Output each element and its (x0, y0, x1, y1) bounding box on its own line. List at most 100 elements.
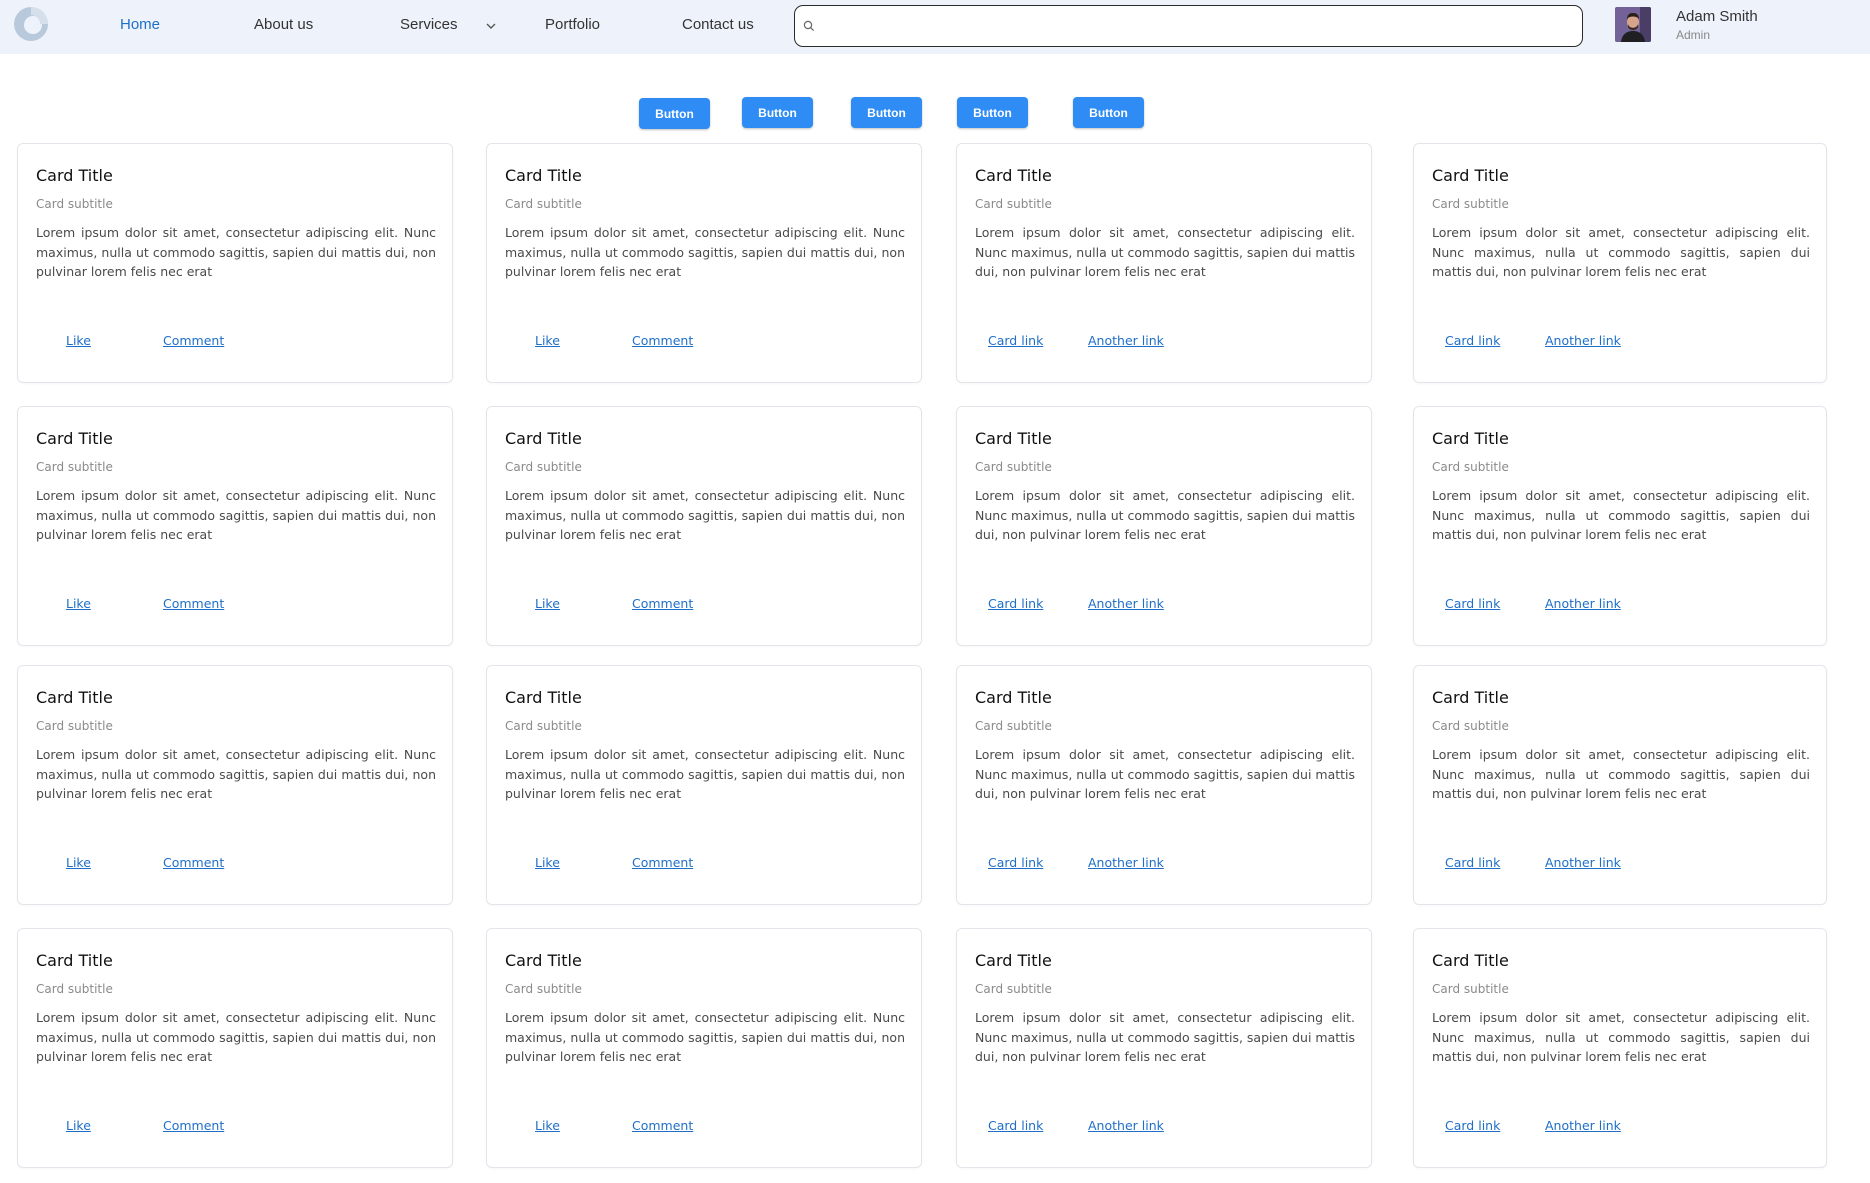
card: Card Title Card subtitle Lorem ipsum dolor… (486, 143, 922, 383)
card-text: Lorem ipsum dolor sit amet, consectetur … (975, 747, 1356, 801)
top-navbar: Home About us Services Portfolio Contact… (0, 0, 1870, 54)
comment-link[interactable]: Comment (163, 333, 224, 348)
card-title: Card Title (36, 429, 113, 448)
card-subtitle: Card subtitle (36, 982, 113, 996)
card-title: Card Title (505, 166, 582, 185)
nav-about-us[interactable]: About us (254, 0, 313, 50)
card-link-link[interactable]: Card link (1445, 596, 1500, 611)
card: Card Title Card subtitle Lorem ipsum dolor… (486, 406, 922, 646)
card-link-link[interactable]: Card link (1445, 1118, 1500, 1133)
card-subtitle: Card subtitle (36, 460, 113, 474)
card-subtitle: Card subtitle (505, 982, 582, 996)
nav-services[interactable]: Services (400, 0, 458, 50)
card: Card Title Card subtitle Lorem ipsum dolor… (1413, 406, 1827, 646)
card-subtitle: Card subtitle (36, 719, 113, 733)
card-title: Card Title (1432, 429, 1509, 448)
action-button-1[interactable]: Button (639, 98, 710, 129)
nav-home[interactable]: Home (120, 0, 160, 50)
card-link-link[interactable]: Card link (988, 596, 1043, 611)
another-link-link[interactable]: Another link (1088, 596, 1164, 611)
like-link[interactable]: Like (535, 1118, 560, 1133)
card-title: Card Title (1432, 688, 1509, 707)
card: Card Title Card subtitle Lorem ipsum dolor… (956, 928, 1372, 1168)
comment-link[interactable]: Comment (632, 1118, 693, 1133)
card-subtitle: Card subtitle (505, 197, 582, 211)
card-link-link[interactable]: Card link (988, 1118, 1043, 1133)
card-title: Card Title (36, 951, 113, 970)
comment-link[interactable]: Comment (632, 855, 693, 870)
another-link-link[interactable]: Another link (1088, 855, 1164, 870)
card-link-link[interactable]: Card link (988, 333, 1043, 348)
search-input[interactable] (821, 8, 1571, 44)
another-link-link[interactable]: Another link (1545, 596, 1621, 611)
card-text: Lorem ipsum dolor sit amet, consectetur … (36, 225, 436, 279)
card-subtitle: Card subtitle (1432, 719, 1509, 733)
card-title: Card Title (975, 166, 1052, 185)
like-link[interactable]: Like (535, 333, 560, 348)
search-bar[interactable] (794, 5, 1583, 47)
like-link[interactable]: Like (535, 596, 560, 611)
another-link-link[interactable]: Another link (1088, 1118, 1164, 1133)
card-link-link[interactable]: Card link (1445, 855, 1500, 870)
card-text: Lorem ipsum dolor sit amet, consectetur … (505, 1010, 905, 1064)
search-icon (803, 20, 815, 32)
card-subtitle: Card subtitle (36, 197, 113, 211)
card: Card Title Card subtitle Lorem ipsum dolor… (17, 665, 453, 905)
card-subtitle: Card subtitle (505, 719, 582, 733)
card: Card Title Card subtitle Lorem ipsum dolor… (17, 928, 453, 1168)
action-button-2[interactable]: Button (742, 97, 813, 128)
like-link[interactable]: Like (535, 855, 560, 870)
comment-link[interactable]: Comment (163, 855, 224, 870)
card: Card Title Card subtitle Lorem ipsum dolor… (1413, 665, 1827, 905)
card-subtitle: Card subtitle (975, 719, 1052, 733)
card-text: Lorem ipsum dolor sit amet, consectetur … (975, 1010, 1356, 1064)
nav-contact-us[interactable]: Contact us (682, 0, 754, 50)
card-text: Lorem ipsum dolor sit amet, consectetur … (505, 747, 905, 801)
another-link-link[interactable]: Another link (1545, 1118, 1621, 1133)
action-button-5[interactable]: Button (1073, 97, 1144, 128)
action-button-4[interactable]: Button (957, 97, 1028, 128)
card-text: Lorem ipsum dolor sit amet, consectetur … (505, 225, 905, 279)
card-link-link[interactable]: Card link (1445, 333, 1500, 348)
card-title: Card Title (975, 688, 1052, 707)
card-text: Lorem ipsum dolor sit amet, consectetur … (1432, 747, 1810, 801)
card-title: Card Title (36, 166, 113, 185)
chevron-down-icon[interactable] (484, 19, 498, 33)
like-link[interactable]: Like (66, 596, 91, 611)
like-link[interactable]: Like (66, 1118, 91, 1133)
another-link-link[interactable]: Another link (1545, 333, 1621, 348)
comment-link[interactable]: Comment (632, 333, 693, 348)
card: Card Title Card subtitle Lorem ipsum dolor… (956, 143, 1372, 383)
card-text: Lorem ipsum dolor sit amet, consectetur … (975, 488, 1356, 542)
card-title: Card Title (505, 429, 582, 448)
card-text: Lorem ipsum dolor sit amet, consectetur … (36, 488, 436, 542)
like-link[interactable]: Like (66, 855, 91, 870)
comment-link[interactable]: Comment (163, 1118, 224, 1133)
card: Card Title Card subtitle Lorem ipsum dolor… (17, 143, 453, 383)
card-title: Card Title (505, 688, 582, 707)
card-subtitle: Card subtitle (1432, 982, 1509, 996)
card-title: Card Title (36, 688, 113, 707)
card: Card Title Card subtitle Lorem ipsum dolor… (956, 406, 1372, 646)
card-title: Card Title (505, 951, 582, 970)
card-title: Card Title (1432, 166, 1509, 185)
action-button-3[interactable]: Button (851, 97, 922, 128)
user-role: Admin (1676, 28, 1711, 42)
avatar[interactable] (1615, 7, 1651, 42)
card-subtitle: Card subtitle (975, 982, 1052, 996)
logo-icon[interactable] (13, 6, 49, 42)
comment-link[interactable]: Comment (163, 596, 224, 611)
comment-link[interactable]: Comment (632, 596, 693, 611)
card-text: Lorem ipsum dolor sit amet, consectetur … (36, 747, 436, 801)
card: Card Title Card subtitle Lorem ipsum dolor… (17, 406, 453, 646)
card-text: Lorem ipsum dolor sit amet, consectetur … (975, 225, 1356, 279)
nav-portfolio[interactable]: Portfolio (545, 0, 600, 50)
card: Card Title Card subtitle Lorem ipsum dolor… (956, 665, 1372, 905)
another-link-link[interactable]: Another link (1545, 855, 1621, 870)
card-link-link[interactable]: Card link (988, 855, 1043, 870)
user-name: Adam Smith (1676, 8, 1758, 25)
like-link[interactable]: Like (66, 333, 91, 348)
card-text: Lorem ipsum dolor sit amet, consectetur … (1432, 1010, 1810, 1064)
another-link-link[interactable]: Another link (1088, 333, 1164, 348)
card-subtitle: Card subtitle (1432, 460, 1509, 474)
